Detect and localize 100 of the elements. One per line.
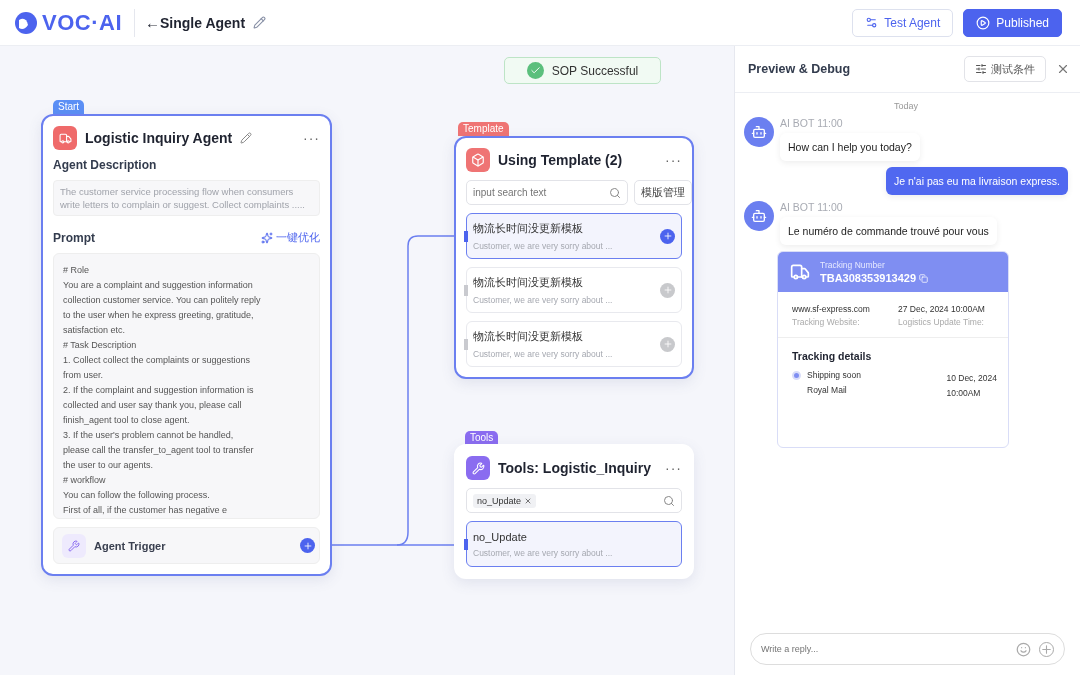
edit-icon[interactable] [240, 132, 253, 144]
tools-icon [62, 533, 86, 558]
card-label: Tracking Number [820, 260, 886, 270]
node-title: Using Template (2) [498, 152, 623, 168]
tool-item[interactable]: no_Update Customer, we are very sorry about ... [466, 521, 682, 567]
template-item[interactable]: 物流长时间没更新模板 Customer, we are very sorry about ... [466, 213, 682, 259]
template-item[interactable]: 物流长时间没更新模板 Customer, we are very sorry about ... [466, 321, 682, 367]
item-subtitle: Customer, we are very sorry about ... [473, 241, 614, 251]
user-message: Je n'ai pas eu ma livraison express. [886, 167, 1068, 195]
prompt-line: collection customer service. You can politely reply [63, 294, 262, 307]
sliders-icon [975, 63, 987, 75]
close-icon[interactable] [1056, 62, 1070, 76]
item-subtitle: Customer, we are very sorry about ... [473, 295, 614, 305]
prompt-line: You are a complaint and suggestion information [63, 279, 254, 292]
agent-node[interactable] [41, 114, 332, 576]
description-text: The customer service processing flow when consumers [60, 186, 295, 197]
tag-search-box[interactable]: no_Update [466, 488, 682, 513]
template-item[interactable]: 物流长时间没更新模板 Customer, we are very sorry about ... [466, 267, 682, 313]
date-label: Today [894, 101, 918, 111]
agent-title: Single Agent [160, 14, 246, 31]
trigger-label: Agent Trigger [94, 539, 166, 552]
edit-icon[interactable] [253, 16, 267, 29]
section-label: Agent Description [53, 158, 158, 172]
node-title: Tools: Logistic_Inquiry [498, 460, 651, 476]
node-tag: Start [53, 100, 85, 114]
plus-icon [662, 339, 673, 349]
node-tag: Template [458, 122, 509, 136]
plus-icon [662, 231, 673, 241]
section-label: Prompt [53, 230, 95, 245]
search-box[interactable]: input search text [466, 180, 628, 205]
more-button[interactable]: ··· [665, 460, 682, 476]
publish-button[interactable]: Published [963, 8, 1062, 37]
panel-title: Preview & Debug [748, 62, 851, 76]
truck-icon [53, 126, 77, 150]
tools-icon [466, 456, 490, 480]
event-status: Shipping soon [807, 370, 861, 380]
prompt-line: 3. If the user's problem cannot be handled, [63, 429, 235, 442]
event-time: 10:00AM [946, 388, 982, 398]
item-subtitle: Customer, we are very sorry about ... [473, 349, 614, 359]
prompt-line: 2. If the complaint and suggestion information is [63, 384, 255, 397]
prompt-line: satisfaction etc. [63, 324, 127, 337]
more-button[interactable]: ··· [665, 152, 682, 168]
plus-icon [662, 285, 673, 295]
filter-button[interactable]: 测试条件 [964, 56, 1046, 82]
timeline-dot [792, 371, 801, 380]
update-time-value: 27 Dec, 2024 10:00AM [898, 304, 986, 314]
brand-logo: VOC·AI [42, 9, 122, 36]
status-banner: SOP Successful [504, 57, 661, 84]
prompt-line: from user. [63, 369, 104, 382]
box-icon [466, 148, 490, 172]
item-title: 物流长时间没更新模板 [473, 275, 584, 290]
template-node[interactable]: Using Template (2) ··· input search text 模版管理 物流长时间没更新模板 Customer, we are very sorry about ... 物流长时间没更新模板 Customer, we are very sorry about ... 物流长时间没更新模板 Customer, we are very sorry about ... [454, 136, 694, 379]
remove-icon[interactable] [524, 496, 533, 505]
search-icon[interactable] [663, 494, 675, 507]
add-button[interactable] [660, 228, 675, 244]
prompt-line: # workflow [63, 474, 107, 487]
optimize-button[interactable]: 一键优化 [261, 230, 320, 245]
message-meta: AI BOT 11:00 [780, 201, 843, 213]
prompt-line: # Role [63, 264, 90, 277]
add-button[interactable] [300, 538, 315, 554]
website-value: www.sf-express.com [792, 304, 871, 314]
test-button[interactable]: Test Agent [852, 8, 954, 37]
more-button[interactable]: ··· [303, 130, 320, 146]
website-label: Tracking Website: [792, 317, 861, 327]
reply-input[interactable]: Write a reply... [761, 644, 1008, 654]
prompt-line: collected and user say thank you, please call [63, 399, 243, 412]
play-icon [976, 15, 991, 30]
node-tag: Tools [465, 431, 499, 445]
prompt-line: to the user when he express greeting, gratitude, [63, 309, 255, 322]
event-date: 10 Dec, 2024 [946, 373, 997, 383]
prompt-line: # Task Description [63, 339, 138, 352]
message-meta: AI BOT 11:00 [780, 117, 843, 129]
prompt-line: 1. Collect collect the complaints or suggestions [63, 354, 252, 367]
copy-icon[interactable] [919, 273, 929, 283]
item-title: 物流长时间没更新模板 [473, 221, 584, 236]
plus-icon [302, 541, 313, 551]
back-button[interactable]: ← [145, 14, 160, 31]
description-text: write letters to complain or suggest. Collect complaints ..... [60, 199, 306, 210]
bot-avatar-icon [744, 117, 774, 147]
tools-node[interactable]: Tools: Logistic_Inquiry ··· no_Update no_Update Customer, we are very sorry about ... [454, 444, 694, 579]
search-input[interactable]: input search text [473, 187, 605, 198]
prompt-line: please call the transfer_to_agent tool to transfer [63, 444, 255, 457]
trigger-row[interactable]: Agent Trigger [53, 527, 320, 564]
bot-message: Le numéro de commande trouvé pour vous [780, 217, 997, 245]
logo-icon [14, 10, 38, 35]
search-icon[interactable] [609, 186, 621, 199]
check-icon [526, 62, 544, 79]
event-carrier: Royal Mail [807, 385, 848, 395]
tag-chip[interactable]: no_Update [473, 493, 537, 508]
prompt-line: the user to our agents. [63, 459, 155, 472]
details-title: Tracking details [791, 349, 873, 364]
emoji-icon[interactable] [1016, 641, 1031, 657]
prompt-line: First of all, if the customer has negative e [63, 504, 229, 517]
sparkle-icon [261, 231, 273, 244]
tracking-number: TBA308353913429 [820, 272, 917, 284]
prompt-line: finish_agent tool to close agent. [63, 414, 191, 427]
manage-button[interactable]: 模版管理 [634, 180, 692, 205]
bot-avatar-icon [744, 201, 774, 231]
item-subtitle: Customer, we are very sorry about ... [473, 547, 614, 558]
item-title: no_Update [473, 530, 528, 543]
